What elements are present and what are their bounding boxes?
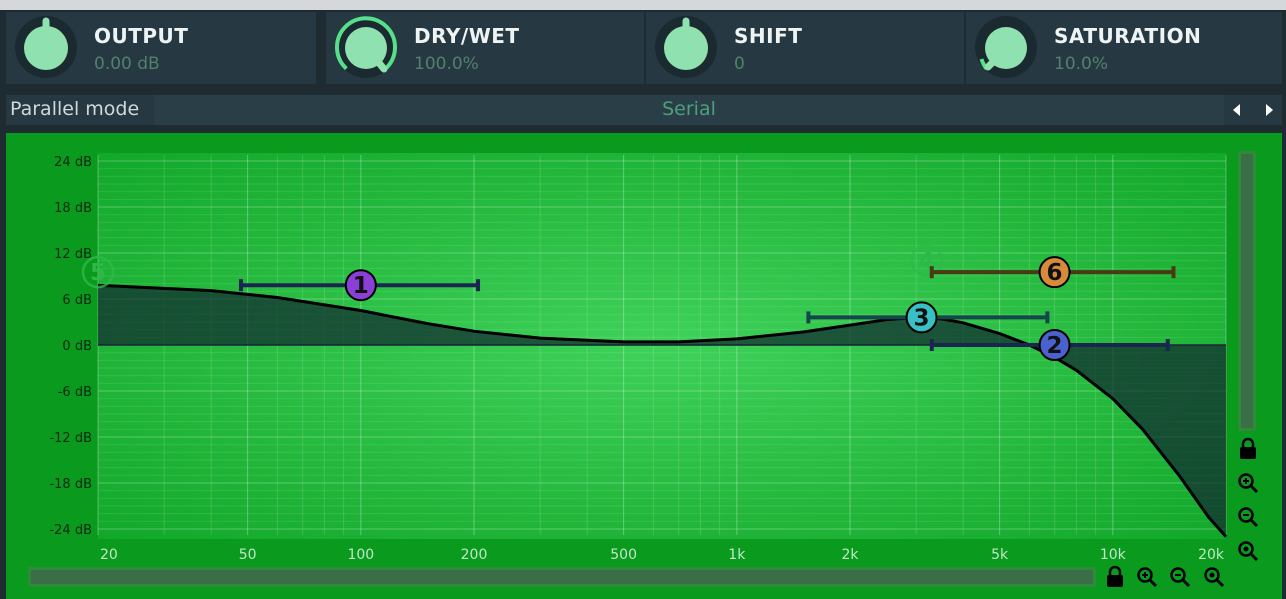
horizontal-scrollbar-thumb[interactable] xyxy=(31,570,1093,584)
x-tick-label: 50 xyxy=(239,547,257,563)
saturation-knob-panel: SATURATION 10.0% xyxy=(966,12,1282,84)
y-tick-label: -24 dB xyxy=(49,523,92,538)
y-tick-label: -6 dB xyxy=(58,385,92,400)
x-tick-label: 10k xyxy=(1100,547,1127,563)
shift-title: SHIFT xyxy=(734,24,803,48)
equalizer-graph-frame: 123456 24 dB 18 dB 12 dB 6 dB 0 dB -6 dB -12 d… xyxy=(6,133,1282,599)
output-title: OUTPUT xyxy=(94,24,189,48)
x-tick-label: 500 xyxy=(610,547,637,563)
x-tick-label: 5k xyxy=(991,547,1009,563)
drywet-value: 100.0% xyxy=(414,54,479,74)
parallel-mode-label: Parallel mode xyxy=(10,98,140,120)
shift-knob-panel: SHIFT 0 xyxy=(646,12,964,84)
y-tick-label: 24 dB xyxy=(54,155,92,170)
saturation-knob[interactable] xyxy=(974,15,1038,79)
shift-knob[interactable] xyxy=(654,15,718,79)
parallel-mode-value: Serial xyxy=(662,98,716,120)
x-tick-label: 2k xyxy=(841,547,859,563)
x-tick-label: 20 xyxy=(100,547,118,563)
y-tick-label: 6 dB xyxy=(62,293,92,308)
parallel-mode-selector[interactable]: Serial xyxy=(154,95,1224,125)
band-5-label: 5 xyxy=(90,260,106,286)
output-knob-panel: OUTPUT 0.00 dB xyxy=(6,12,316,84)
y-tick-label: -18 dB xyxy=(49,477,92,492)
band-1-label: 1 xyxy=(353,273,369,299)
y-tick-label: 0 dB xyxy=(62,339,92,354)
vertical-scrollbar-thumb[interactable] xyxy=(1241,154,1253,428)
y-tick-label: 18 dB xyxy=(54,201,92,216)
drywet-knob[interactable] xyxy=(334,15,398,79)
equalizer-graph[interactable]: 12345 6 24 dB18 dB12 dB6 dB0 dB-6 dB-12 d… xyxy=(6,133,1282,599)
shift-value: 0 xyxy=(734,54,745,74)
x-tick-label: 20k xyxy=(1198,547,1225,563)
output-knob[interactable] xyxy=(14,15,78,79)
previous-arrow-icon[interactable] xyxy=(1228,101,1246,119)
band-6-label: 6 xyxy=(1047,260,1063,286)
y-tick-label: 12 dB xyxy=(54,247,92,262)
saturation-value: 10.0% xyxy=(1054,54,1109,74)
next-arrow-icon[interactable] xyxy=(1260,101,1278,119)
x-tick-label: 100 xyxy=(347,547,374,563)
saturation-title: SATURATION xyxy=(1054,24,1202,48)
window-top-strip xyxy=(0,0,1286,10)
parallel-mode-bar: Parallel mode Serial xyxy=(6,95,1282,125)
x-tick-label: 1k xyxy=(728,547,746,563)
x-tick-label: 200 xyxy=(461,547,488,563)
drywet-title: DRY/WET xyxy=(414,24,520,48)
drywet-knob-panel: DRY/WET 100.0% xyxy=(326,12,644,84)
plugin-window: OUTPUT 0.00 dB DRY/WET 100.0% SHIFT 0 SA… xyxy=(0,0,1286,599)
output-value: 0.00 dB xyxy=(94,54,160,74)
band-3-label: 3 xyxy=(914,305,930,331)
y-tick-label: -12 dB xyxy=(49,431,92,446)
band-2-label: 2 xyxy=(1047,333,1063,359)
